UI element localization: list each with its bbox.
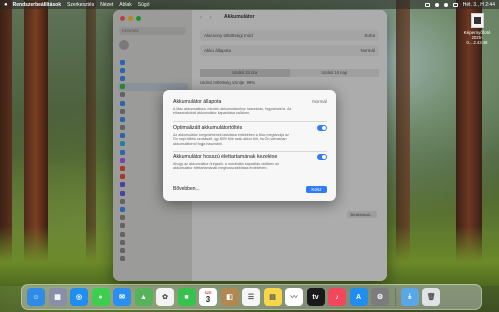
maps-icon[interactable]: ▲ bbox=[134, 288, 153, 306]
lifespan-management-title: Akkumulátor hosszú élettartamának kezelé… bbox=[173, 154, 278, 160]
finder-icon[interactable]: ☺ bbox=[27, 288, 45, 306]
music-icon[interactable]: ♪ bbox=[328, 288, 346, 306]
calendar-icon[interactable]: SZE 3 bbox=[199, 288, 217, 306]
menu-extras: Hét. 3., H 2:44 bbox=[424, 2, 495, 8]
calendar-day: 3 bbox=[205, 294, 211, 304]
done-button[interactable]: Kész bbox=[306, 186, 327, 193]
battery-icon[interactable] bbox=[424, 2, 430, 7]
battery-health-section: Akkumulátor állapota Normál A Mac akkumu… bbox=[173, 99, 327, 116]
divider bbox=[173, 151, 327, 152]
battery-health-status: Normál bbox=[312, 99, 327, 104]
launchpad-icon[interactable]: ▦ bbox=[48, 288, 67, 306]
battery-health-sheet: Akkumulátor állapota Normál A Mac akkumu… bbox=[163, 90, 336, 201]
optimized-charging-desc: Az akkumulátor öregedésének lassítása ér… bbox=[173, 133, 289, 146]
menu-item-edit[interactable]: Szerkesztés bbox=[67, 2, 94, 8]
control-center-icon[interactable] bbox=[452, 2, 458, 7]
menu-item-help[interactable]: Súgó bbox=[138, 2, 150, 8]
menu-clock[interactable]: Hét. 3., H 2:44 bbox=[463, 2, 495, 8]
trash-icon[interactable]: 🗑 bbox=[422, 288, 441, 306]
screenshot-thumbnail bbox=[470, 13, 484, 28]
mail-icon[interactable]: ✉ bbox=[113, 288, 131, 306]
system-settings-icon[interactable]: ⚙ bbox=[371, 288, 389, 306]
battery-health-desc: A Mac akkumulátora, minden akkumulátorho… bbox=[173, 107, 292, 116]
app-store-icon[interactable]: A bbox=[349, 288, 368, 306]
freeform-icon[interactable]: 〰 bbox=[285, 288, 303, 306]
learn-more-button[interactable]: Bővebben... bbox=[173, 186, 200, 192]
wifi-icon[interactable] bbox=[434, 2, 439, 7]
divider bbox=[173, 121, 327, 122]
dock-separator bbox=[394, 288, 396, 306]
apple-logo-icon[interactable]: ● bbox=[4, 2, 8, 8]
optimized-charging-title: Optimalizált akkumulátortöltés bbox=[173, 125, 243, 131]
desktop-screenshot-file[interactable]: Képernyőfotó 2025-0....2.43.48 bbox=[462, 13, 492, 45]
menu-app-name[interactable]: Rendszerbeállítások bbox=[13, 2, 61, 8]
notes-icon[interactable]: ▤ bbox=[263, 288, 282, 306]
lifespan-management-desc: Ahogy az akkumulátor öregszik, a maximál… bbox=[173, 162, 280, 171]
menu-item-window[interactable]: Ablak bbox=[119, 2, 132, 8]
file-name-sub: 2025-0....2.43.48 bbox=[466, 35, 488, 45]
downloads-folder-icon[interactable]: ⤓ bbox=[400, 288, 419, 306]
search-icon[interactable] bbox=[443, 2, 448, 7]
lifespan-management-toggle[interactable] bbox=[317, 154, 327, 160]
lifespan-management-section: Akkumulátor hosszú élettartamának kezelé… bbox=[173, 154, 327, 171]
optimized-charging-section: Optimalizált akkumulátortöltés Az akkumu… bbox=[173, 125, 327, 146]
menu-bar: ● Rendszerbeállítások Szerkesztés Nézet … bbox=[0, 0, 499, 9]
optimized-charging-toggle[interactable] bbox=[317, 125, 327, 131]
messages-icon[interactable]: ● bbox=[91, 288, 110, 306]
battery-health-title: Akkumulátor állapota bbox=[173, 99, 222, 105]
finder-folder-icon[interactable]: ◧ bbox=[220, 288, 239, 306]
facetime-icon[interactable]: ■ bbox=[177, 288, 196, 306]
photos-icon[interactable]: ✿ bbox=[156, 288, 174, 306]
menu-item-view[interactable]: Nézet bbox=[100, 2, 113, 8]
reminders-icon[interactable]: ☰ bbox=[242, 288, 260, 306]
tv-icon[interactable]: tv bbox=[306, 288, 325, 306]
safari-icon[interactable]: ◎ bbox=[70, 288, 88, 306]
dock: ☺ ▦ ◎ ● ✉ ▲ ✿ ■ SZE 3 ◧ ☰ ▤ 〰 tv ♪ A ⚙ ⤓ 🗑 bbox=[21, 284, 482, 310]
